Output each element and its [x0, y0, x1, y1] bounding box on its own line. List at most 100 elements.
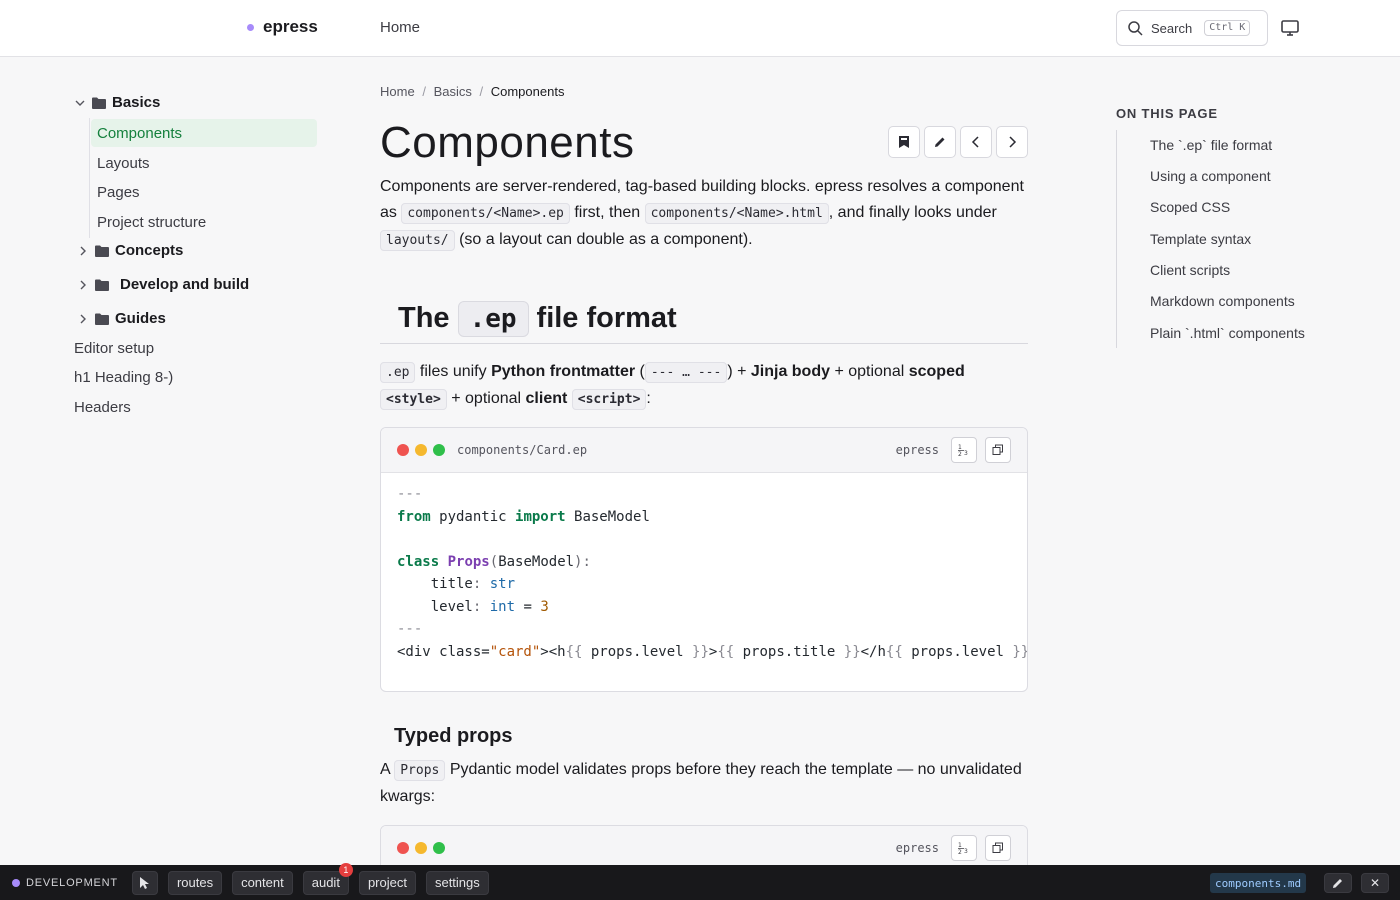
breadcrumb-basics[interactable]: Basics [434, 84, 472, 99]
chevron-right-icon [80, 246, 86, 255]
next-page-button[interactable] [996, 126, 1028, 158]
copy-button[interactable] [985, 437, 1011, 463]
toc-item[interactable]: Using a component [1150, 168, 1271, 184]
chevron-right-icon [1009, 136, 1017, 148]
sidebar-item-headers[interactable]: Headers [74, 399, 131, 416]
sidebar-item-layouts[interactable]: Layouts [91, 149, 317, 177]
breadcrumb-home[interactable]: Home [380, 84, 415, 99]
sidebar-item-editor-setup[interactable]: Editor setup [74, 340, 154, 357]
sidebar-group-guides[interactable]: Guides [77, 310, 166, 327]
svg-text:2: 2 [958, 451, 962, 457]
svg-text:3: 3 [964, 848, 968, 855]
intro-text: (so a layout can double as a component). [454, 231, 753, 248]
dev-close-button[interactable]: ✕ [1361, 873, 1389, 893]
code-token: {{ [565, 643, 583, 660]
para-text: files unify [415, 363, 492, 380]
line-numbers-icon: 12 3 [958, 444, 968, 457]
code-filename: components/Card.ep [457, 443, 588, 457]
sidebar-item-components[interactable]: Components [91, 119, 317, 147]
dev-audit-button[interactable]: audit 1 [302, 862, 353, 895]
line-numbers-button[interactable]: 123 [951, 437, 977, 463]
folder-icon [92, 97, 106, 109]
window-dot-yellow-icon [415, 444, 427, 456]
para-text: ( [635, 363, 645, 380]
dev-status-dot-icon [12, 878, 20, 887]
page-title: Components [380, 118, 635, 167]
breadcrumb-current: Components [490, 84, 565, 99]
breadcrumb-separator: / [479, 84, 484, 99]
inline-code: --- … --- [644, 362, 728, 383]
bookmark-icon [899, 136, 909, 148]
intro-text: , and finally looks under [828, 204, 997, 221]
nav-home-link[interactable]: Home [380, 19, 420, 36]
toc-item[interactable]: The `.ep` file format [1150, 137, 1272, 153]
code-token: </h [860, 643, 886, 660]
intro-paragraph: Components are server-rendered, tag-base… [380, 174, 1030, 254]
pencil-icon [935, 137, 945, 147]
dev-settings-button[interactable]: settings [425, 870, 489, 895]
toc-item[interactable]: Client scripts [1150, 262, 1230, 278]
close-icon: ✕ [1369, 876, 1381, 890]
code-token: pydantic [430, 508, 516, 525]
toc-item[interactable]: Markdown components [1150, 293, 1295, 309]
prev-page-button[interactable] [960, 126, 992, 158]
code-content: --- from pydantic import BaseModel class… [381, 473, 1027, 681]
brand-dot-icon [247, 23, 254, 31]
copy-button[interactable] [985, 835, 1011, 861]
dev-inspect-button[interactable] [131, 870, 158, 895]
section-heading-ep-format: The .ep file format [380, 294, 1028, 344]
dev-project-button[interactable]: project [358, 870, 416, 895]
svg-text:1: 1 [958, 444, 962, 451]
sidebar-item-pages[interactable]: Pages [91, 178, 317, 206]
toc-item[interactable]: Scoped CSS [1150, 199, 1230, 215]
code-token: = [515, 598, 541, 615]
audit-count-badge: 1 [338, 862, 353, 877]
table-of-contents: ON THIS PAGE The `.ep` file format Using… [1116, 106, 1356, 348]
code-token: }} [692, 643, 709, 660]
theme-monitor-icon[interactable] [1280, 18, 1300, 38]
heading-text: file format [536, 302, 677, 334]
code-token: }} [1012, 643, 1027, 660]
code-token: int [489, 598, 516, 615]
toc-item[interactable]: Template syntax [1150, 231, 1251, 247]
inline-code: components/<Name>.html [644, 203, 829, 224]
sidebar-group-concepts[interactable]: Concepts [77, 242, 183, 259]
line-numbers-icon: 12 3 [958, 842, 968, 855]
search-shortcut: Ctrl K [1204, 20, 1251, 36]
brand-logo[interactable]: epress [247, 17, 318, 37]
code-token: import [515, 508, 566, 525]
bookmark-button[interactable] [888, 126, 920, 158]
chevron-left-icon [971, 136, 979, 148]
chevron-right-icon [80, 314, 86, 323]
code-token: level [397, 598, 473, 615]
dev-edit-button[interactable] [1324, 873, 1352, 893]
dev-current-file[interactable]: components.md [1210, 873, 1307, 893]
window-dot-yellow-icon [415, 842, 427, 854]
dev-routes-button[interactable]: routes [167, 870, 223, 895]
search-button[interactable]: Search Ctrl K [1116, 10, 1268, 46]
code-token: "card" [489, 643, 541, 660]
sidebar-item-heading[interactable]: h1 Heading 8-) [74, 369, 173, 386]
breadcrumb: Home / Basics / Components [380, 84, 564, 99]
folder-icon [95, 279, 109, 291]
para-text: : [646, 390, 651, 407]
sidebar-group-basics[interactable]: Basics [74, 94, 160, 111]
code-token: : [472, 598, 490, 615]
code-language: epress [895, 443, 939, 457]
toc-item[interactable]: Plain `.html` components [1150, 325, 1305, 341]
sidebar-group-develop[interactable]: Develop and build [77, 276, 249, 293]
code-token: 3 [540, 598, 549, 615]
sidebar-group-label: Basics [112, 94, 161, 111]
sidebar-item-project-structure[interactable]: Project structure [91, 208, 317, 236]
window-dot-green-icon [433, 444, 445, 456]
copy-icon [992, 444, 1003, 455]
cursor-icon [139, 876, 149, 889]
code-token: BaseModel [498, 553, 575, 570]
line-numbers-button[interactable]: 123 [951, 835, 977, 861]
dev-content-button[interactable]: content [232, 870, 293, 895]
chevron-right-icon [80, 280, 86, 289]
code-token: --- [397, 621, 423, 637]
para-bold: Jinja body [750, 363, 830, 380]
sidebar-group-label: Concepts [115, 242, 184, 259]
edit-button[interactable] [924, 126, 956, 158]
